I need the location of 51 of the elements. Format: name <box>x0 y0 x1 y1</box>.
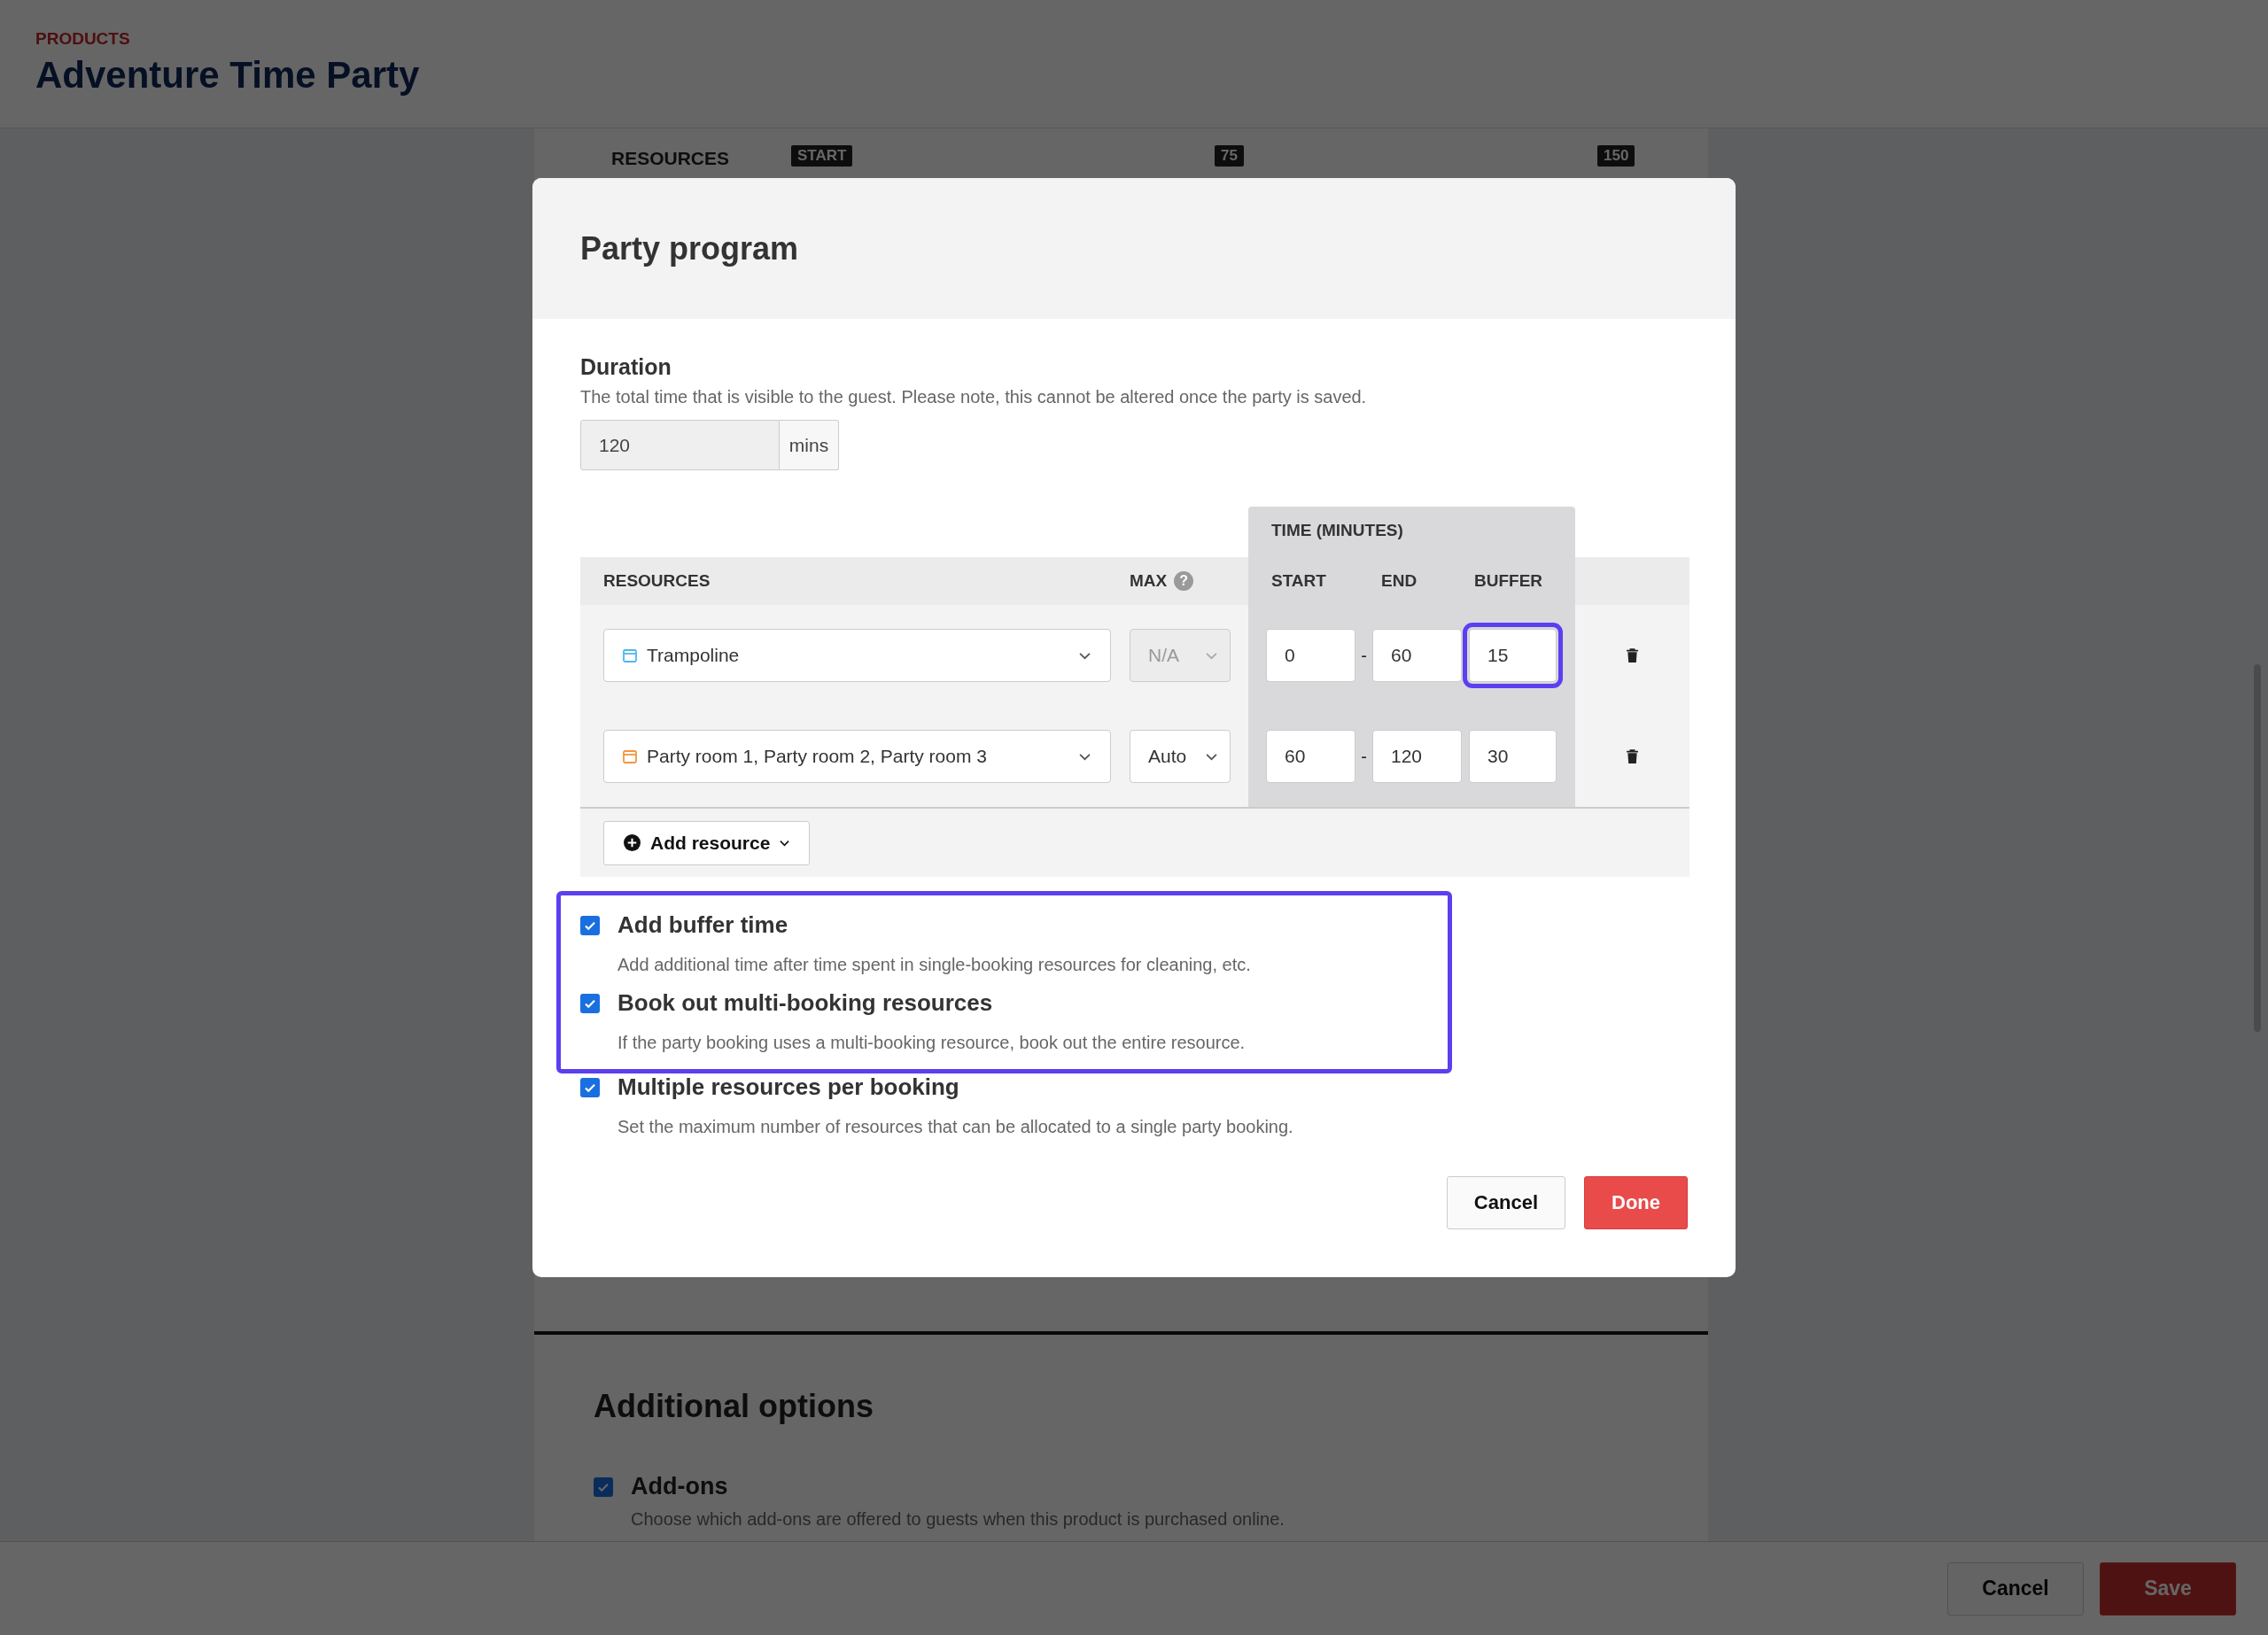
column-header: BUFFER <box>1474 571 1543 591</box>
range-separator: - <box>1360 645 1368 666</box>
max-select[interactable]: Auto <box>1130 730 1231 783</box>
option-description: Choose which add-ons are offered to guests when this product is purchased online. <box>631 1509 1285 1530</box>
column-header: MAX <box>1130 571 1168 591</box>
duration-input[interactable]: 120 <box>580 420 780 470</box>
checkbox[interactable] <box>580 1077 600 1097</box>
add-resource-button[interactable]: Add resource <box>603 820 811 865</box>
column-header: END <box>1381 571 1418 591</box>
column-header: RESOURCES <box>603 571 711 591</box>
timeline-marker: START <box>791 145 853 167</box>
trash-icon[interactable] <box>1626 748 1639 764</box>
option-label: Book out multi-booking resources <box>617 989 993 1017</box>
buffer-input[interactable]: 30 <box>1469 730 1557 783</box>
modal-title: Party program <box>580 229 799 267</box>
column-header: START <box>1271 571 1327 591</box>
option-label: Add buffer time <box>617 911 788 939</box>
field-description: The total time that is visible to the guest. Please note, this cannot be altered once the party is saved. <box>580 387 1367 407</box>
start-input[interactable]: 0 <box>1266 629 1355 682</box>
section-title: Additional options <box>594 1388 874 1425</box>
plus-circle-icon <box>624 834 641 851</box>
checkbox[interactable] <box>580 915 600 935</box>
range-separator: - <box>1360 746 1368 767</box>
resource-select[interactable]: Party room 1, Party room 2, Party room 3 <box>603 730 1111 783</box>
checkbox[interactable] <box>594 1476 613 1497</box>
end-input[interactable]: 120 <box>1372 730 1462 783</box>
option-label: Multiple resources per booking <box>617 1073 959 1101</box>
timeline-marker: 75 <box>1215 145 1244 167</box>
caret-icon <box>1079 752 1091 761</box>
option-description: Set the maximum number of resources that can be allocated to a single party booking. <box>617 1117 1293 1137</box>
done-button[interactable]: Done <box>1584 1176 1688 1229</box>
option-description: If the party booking uses a multi-booking resource, book out the entire resource. <box>617 1033 1246 1053</box>
end-input[interactable]: 60 <box>1372 629 1462 682</box>
caret-icon <box>780 839 790 847</box>
breadcrumb: PRODUCTS <box>35 29 130 49</box>
resource-select[interactable]: Trampoline <box>603 629 1111 682</box>
checkbox[interactable] <box>580 993 600 1013</box>
unit-label: mins <box>780 420 839 470</box>
option-label: Add-ons <box>631 1473 728 1500</box>
page-title: Adventure Time Party <box>35 54 420 97</box>
column-group-header: TIME (MINUTES) <box>1248 507 1575 557</box>
section-label: RESOURCES <box>611 148 730 169</box>
option-description: Add additional time after time spent in single-booking resources for cleaning, etc. <box>617 955 1251 975</box>
caret-icon <box>1206 752 1217 761</box>
timeline-marker: 150 <box>1597 145 1635 167</box>
cancel-button[interactable]: Cancel <box>1446 1176 1565 1229</box>
start-input[interactable]: 60 <box>1266 730 1355 783</box>
trash-icon[interactable] <box>1626 647 1639 663</box>
caret-icon <box>1079 651 1091 660</box>
field-label: Duration <box>580 354 672 380</box>
caret-icon <box>1206 651 1217 660</box>
